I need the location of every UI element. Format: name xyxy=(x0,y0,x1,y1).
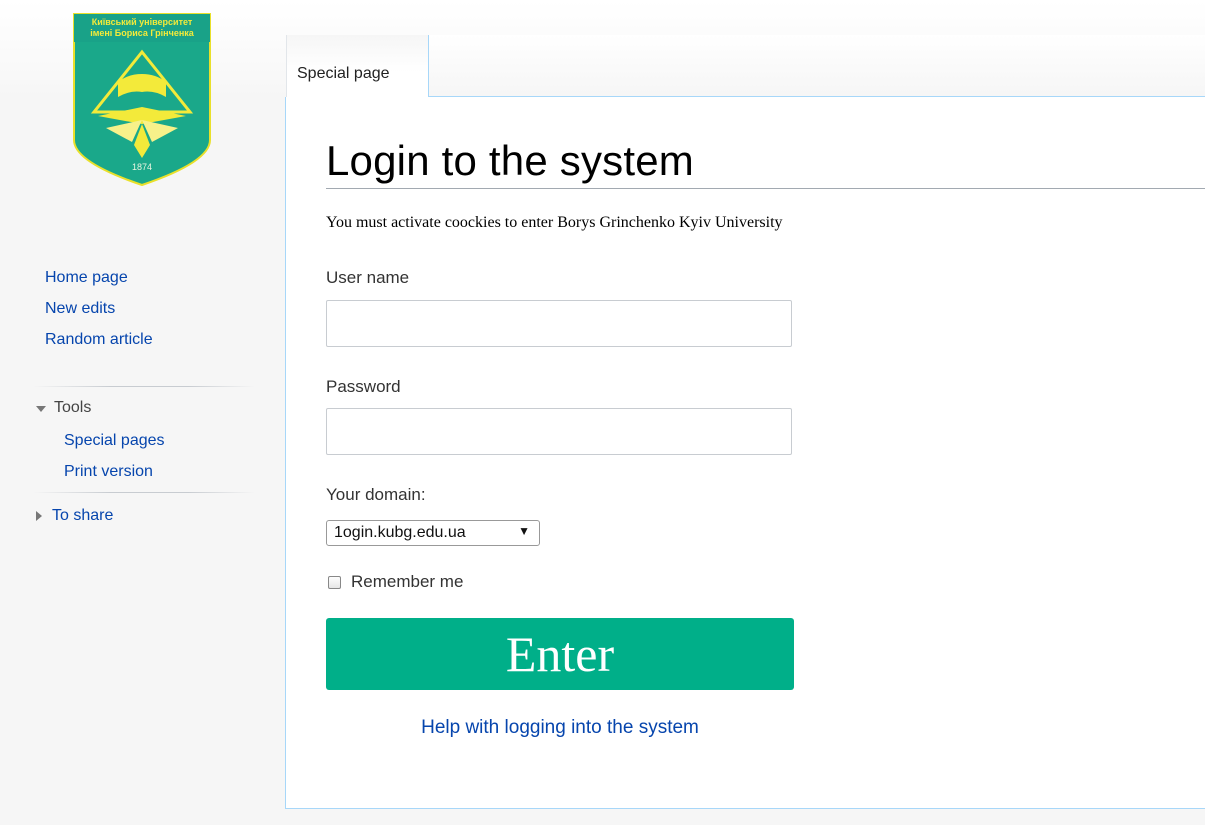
logo-text-line2: імені Бориса Грінченка xyxy=(90,28,195,38)
share-toggle[interactable]: To share xyxy=(36,507,113,525)
cookie-notice: You must activate coockies to enter Bory… xyxy=(326,214,783,231)
main-content: Login to the system You must activate co… xyxy=(285,97,1205,809)
password-input[interactable] xyxy=(326,408,792,455)
sidebar-item-random-article[interactable]: Random article xyxy=(45,324,153,355)
sidebar-item-new-edits[interactable]: New edits xyxy=(45,293,153,324)
sidebar-divider xyxy=(33,386,255,387)
remember-me-label: Remember me xyxy=(351,572,464,591)
tab-special-page[interactable]: Special page xyxy=(286,35,429,97)
logo-text-line1: Київський університет xyxy=(92,17,193,27)
expanded-triangle-icon xyxy=(36,406,46,412)
sidebar-navigation: Home page New edits Random article xyxy=(45,262,153,355)
sidebar-item-special-pages[interactable]: Special pages xyxy=(64,425,165,456)
share-heading: To share xyxy=(52,507,114,524)
university-logo[interactable]: Київський університет імені Бориса Грінч… xyxy=(70,12,214,187)
title-divider xyxy=(326,188,1205,189)
collapsed-triangle-icon xyxy=(36,511,42,521)
domain-label: Your domain: xyxy=(326,485,426,504)
username-input[interactable] xyxy=(326,300,792,347)
logo-year: 1874 xyxy=(132,162,152,172)
tab-bar-background xyxy=(428,35,1205,95)
domain-select[interactable]: 1ogin.kubg.edu.ua ▼ xyxy=(326,520,540,546)
password-label: Password xyxy=(326,377,401,396)
enter-button[interactable]: Enter xyxy=(326,618,794,690)
tools-heading: Tools xyxy=(54,399,92,416)
remember-me-row[interactable]: Remember me xyxy=(328,572,463,592)
dropdown-arrow-icon: ▼ xyxy=(518,524,530,538)
sidebar-item-home-page[interactable]: Home page xyxy=(45,262,153,293)
sidebar-item-print-version[interactable]: Print version xyxy=(64,456,165,487)
tools-toggle[interactable]: Tools xyxy=(36,399,91,417)
sidebar-divider xyxy=(33,492,255,493)
remember-me-checkbox[interactable] xyxy=(328,575,341,589)
help-login-link[interactable]: Help with logging into the system xyxy=(326,717,794,739)
page-title: Login to the system xyxy=(326,137,694,184)
domain-selected-value: 1ogin.kubg.edu.ua xyxy=(334,524,466,541)
tools-list: Special pages Print version xyxy=(64,425,165,487)
username-label: User name xyxy=(326,268,410,287)
tab-label: Special page xyxy=(297,65,390,82)
